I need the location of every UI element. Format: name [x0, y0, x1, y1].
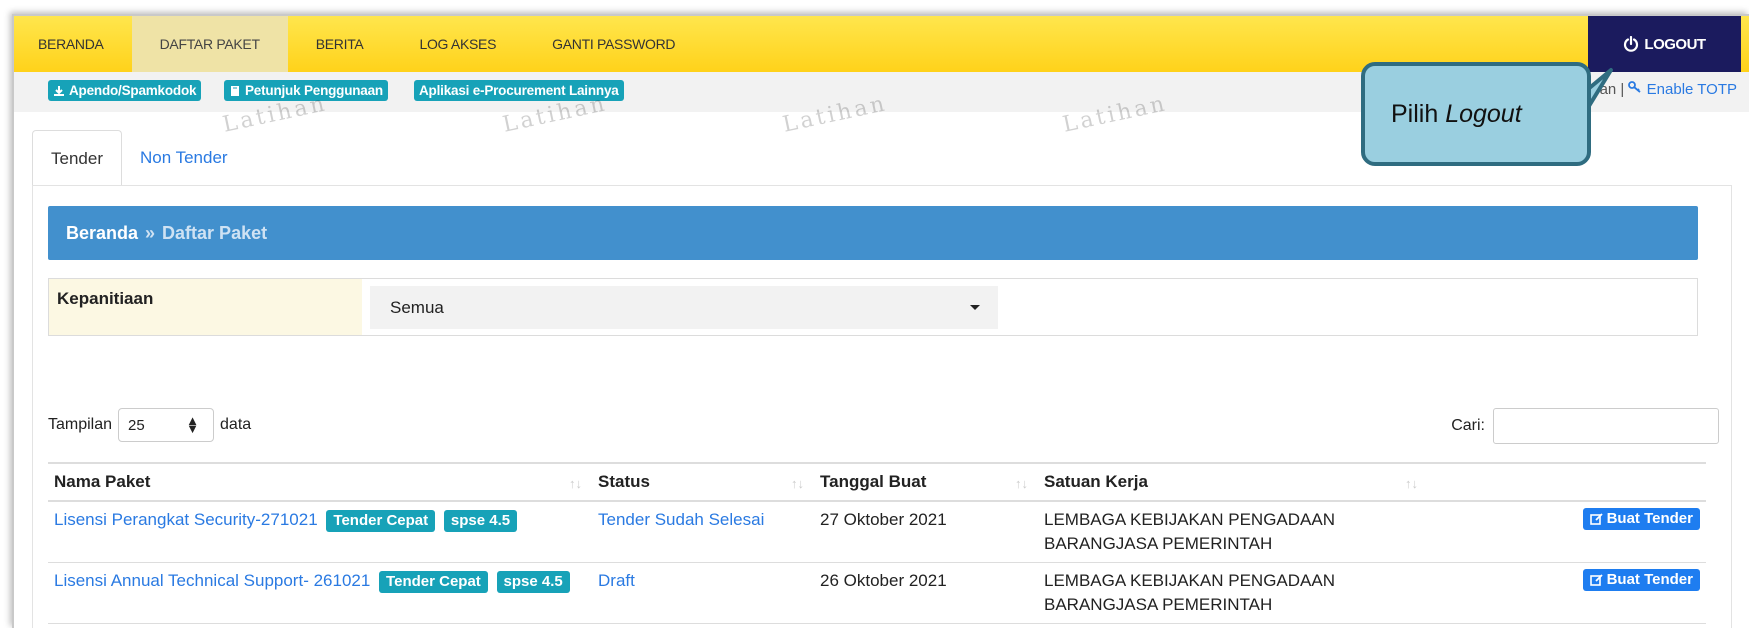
status-link[interactable]: Tender Sudah Selesai: [598, 510, 764, 529]
buat-tender-label: Buat Tender: [1606, 510, 1693, 527]
buat-tender-label: Buat Tender: [1606, 571, 1693, 588]
apendo-button[interactable]: Apendo/Spamkodok: [48, 80, 202, 101]
kepanitiaan-filter: Kepanitiaan Semua: [48, 278, 1698, 336]
spse-badge: spse 4.5: [443, 510, 518, 532]
search-label: Cari:: [1451, 417, 1485, 434]
key-icon: [1628, 81, 1642, 93]
tender-cepat-badge: Tender Cepat: [379, 571, 488, 593]
sort-icon: ↑↓: [791, 476, 804, 491]
enable-totp-label: Enable TOTP: [1646, 81, 1737, 98]
caret-down-icon: [970, 305, 980, 310]
kepanitiaan-label: Kepanitiaan: [49, 279, 362, 335]
browser-frame: BERANDA DAFTAR PAKET BERITA LOG AKSES GA…: [12, 14, 1749, 628]
nav-log-akses[interactable]: LOG AKSES: [391, 16, 524, 72]
edit-icon: [1589, 512, 1603, 525]
table-row: Lisensi Perangkat Security-271021 Tender…: [48, 501, 1706, 563]
length-prefix: Tampilan: [48, 416, 113, 433]
page-length-select[interactable]: 25 ▲ ▼: [118, 408, 215, 442]
callout-prefix: Pilih: [1391, 99, 1446, 128]
tanggal-buat-cell: 26 Oktober 2021: [814, 562, 1038, 624]
nav-berita[interactable]: BERITA: [288, 16, 392, 72]
satuan-kerja-line2: BARANGJASA PEMERINTAH: [1044, 595, 1273, 614]
page-length-control: Tampilan 25 ▲ ▼ data: [48, 408, 251, 442]
breadcrumb: Beranda » Daftar Paket: [48, 206, 1698, 260]
breadcrumb-current: Daftar Paket: [162, 222, 268, 243]
tender-cepat-badge: Tender Cepat: [326, 510, 436, 532]
col-tanggal-buat[interactable]: Tanggal Buat ↑↓: [814, 462, 1038, 502]
sort-icon: ↑↓: [569, 476, 582, 491]
power-icon: [1624, 36, 1639, 52]
search-control: Cari:: [1451, 408, 1719, 444]
nav-ganti-password[interactable]: GANTI PASSWORD: [524, 16, 703, 72]
tab-tender[interactable]: Tender: [32, 130, 122, 186]
buat-tender-button[interactable]: Buat Tender: [1582, 508, 1700, 530]
satuan-kerja-cell: LEMBAGA KEBIJAKAN PENGADAAN BARANGJASA P…: [1038, 501, 1428, 563]
spse-badge: spse 4.5: [496, 571, 570, 593]
breadcrumb-home[interactable]: Beranda: [66, 223, 138, 244]
callout-emphasis: Logout: [1445, 99, 1522, 128]
length-suffix: data: [220, 416, 252, 433]
col-status[interactable]: Status ↑↓: [592, 462, 814, 502]
instruction-callout: Pilih Logout: [1361, 62, 1591, 166]
col-nama-paket[interactable]: Nama Paket ↑↓: [48, 462, 592, 502]
download-icon: [54, 85, 64, 96]
paket-name-link[interactable]: Lisensi Annual Technical Support- 261021: [54, 571, 370, 590]
kepanitiaan-select[interactable]: Semua: [370, 286, 998, 329]
sort-icon: ↑↓: [1405, 476, 1418, 491]
sort-icon: ↑↓: [1015, 476, 1028, 491]
buat-tender-button[interactable]: Buat Tender: [1582, 569, 1700, 591]
logout-button[interactable]: LOGOUT: [1588, 16, 1741, 72]
search-input[interactable]: [1493, 408, 1719, 444]
tab-non-tender[interactable]: Non Tender: [122, 130, 246, 186]
breadcrumb-separator: »: [145, 222, 156, 243]
col-satuan-kerja[interactable]: Satuan Kerja ↑↓: [1038, 462, 1428, 502]
edit-icon: [1589, 573, 1603, 586]
status-link[interactable]: Draft: [598, 571, 635, 590]
satuan-kerja-cell: LEMBAGA KEBIJAKAN PENGADAAN BARANGJASA P…: [1038, 562, 1428, 624]
paket-table: Nama Paket ↑↓ Status ↑↓ Tanggal Buat ↑↓ Sat…: [48, 462, 1706, 624]
logout-label: LOGOUT: [1644, 35, 1706, 53]
table-row: Lisensi Annual Technical Support- 261021…: [48, 562, 1706, 624]
paket-name-link[interactable]: Lisensi Perangkat Security-271021: [54, 510, 318, 529]
satuan-kerja-line2: BARANGJASA PEMERINTAH: [1044, 534, 1273, 553]
tab-bar: Tender Non Tender: [32, 130, 246, 186]
nav-beranda[interactable]: BERANDA: [14, 16, 132, 72]
apendo-label: Apendo/Spamkodok: [69, 83, 197, 98]
book-icon: [231, 85, 239, 96]
satuan-kerja-line1: LEMBAGA KEBIJAKAN PENGADAAN: [1044, 571, 1335, 590]
satuan-kerja-line1: LEMBAGA KEBIJAKAN PENGADAAN: [1044, 510, 1335, 529]
nav-daftar-paket[interactable]: DAFTAR PAKET: [131, 16, 288, 72]
kepanitiaan-selected: Semua: [390, 297, 444, 317]
tanggal-buat-cell: 27 Oktober 2021: [814, 501, 1038, 563]
page-length-value: 25: [128, 416, 145, 434]
user-links: an | Enable TOTP: [1600, 80, 1737, 98]
enable-totp-link[interactable]: Enable TOTP: [1628, 81, 1737, 98]
col-action: [1428, 462, 1706, 502]
sort-updown-icon: ▲ ▼: [186, 413, 200, 436]
table-header-row: Nama Paket ↑↓ Status ↑↓ Tanggal Buat ↑↓ Sat…: [48, 462, 1706, 502]
